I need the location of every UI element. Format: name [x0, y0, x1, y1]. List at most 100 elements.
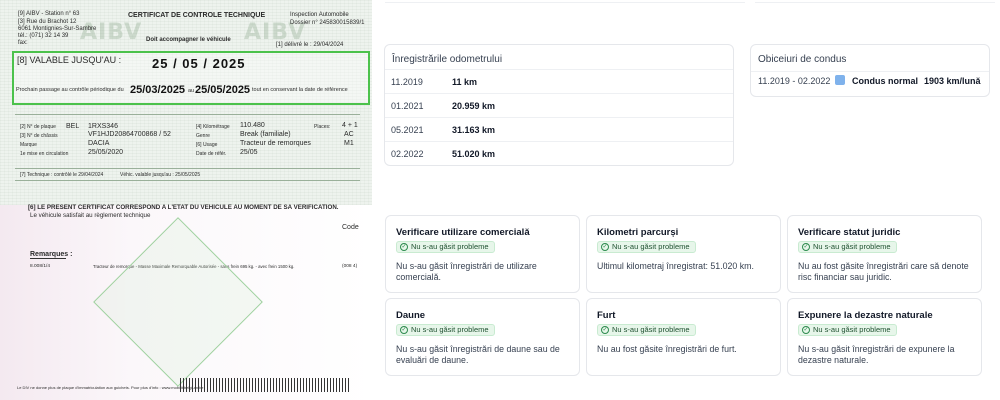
km-value: 110.480: [240, 122, 265, 129]
divider: [751, 71, 989, 72]
natural-disaster-check-card[interactable]: Expunere la dezastre naturale ✓ Nu s-au …: [787, 298, 982, 376]
odometer-date: 11.2019: [391, 77, 423, 87]
code-ac: AC: [344, 131, 354, 138]
next-inspection-tail: tout en conservant la date de référence: [252, 87, 348, 93]
damage-check-card[interactable]: Daune ✓ Nu s-au găsit probleme Nu s-au g…: [385, 298, 580, 376]
check-description: Nu s-au găsit înregistrări de daune sau …: [396, 344, 560, 365]
next-inspection-to: 25/05/2025: [195, 84, 251, 96]
next-inspection-text: Prochain passage au contrôle périodique …: [16, 87, 124, 93]
previous-section-edge: [385, 0, 995, 36]
divider: [15, 168, 360, 169]
odometer-km: 11 km: [452, 77, 478, 87]
driving-style: Condus normal: [852, 76, 919, 86]
reference-label: Date de référ.: [196, 151, 227, 157]
accompany-note: Doit accompagner le véhicule: [146, 37, 231, 43]
plate-label: [2] N° de plaque: [20, 124, 56, 130]
odometer-km: 51.020 km: [452, 149, 496, 159]
theft-check-card[interactable]: Furt ✓ Nu s-au găsit probleme Nu au fost…: [586, 298, 781, 376]
status-badge: ✓ Nu s-au găsit probleme: [798, 241, 897, 253]
brand-value: DACIA: [88, 140, 110, 147]
odometer-row: 11.2019 11 km: [385, 69, 733, 93]
driving-style-swatch: [835, 75, 845, 85]
delivered-date: [1] délivré le : 29/04/2024: [276, 42, 344, 48]
driving-period: 11.2019 - 02.2022: [758, 76, 831, 86]
usage-label: [6] Usage: [196, 142, 218, 148]
remarks-underline: [30, 258, 66, 259]
next-inspection-from: 25/03/2025: [130, 84, 186, 96]
technique-line: [7] Technique : contrôlé le 29/04/2024: [20, 172, 104, 178]
check-circle-icon: ✓: [400, 326, 408, 334]
odometer-row: 01.2021 20.959 km: [385, 93, 733, 117]
divider: [15, 114, 360, 115]
odometer-km: 20.959 km: [452, 101, 496, 111]
reference-value: 25/05: [240, 149, 258, 156]
first-registration-label: 1e mise en circulation: [20, 151, 69, 157]
genre-label: Genre: [196, 133, 210, 139]
check-circle-icon: ✓: [400, 243, 408, 251]
driving-habits-card: Obiceiuri de condus 11.2019 - 02.2022 Co…: [750, 44, 990, 97]
check-title: Kilometri parcurși: [597, 227, 679, 238]
usage-value: Tracteur de remorques: [240, 140, 311, 147]
check-title: Furt: [597, 310, 616, 321]
check-description: Nu au fost găsite înregistrări care să d…: [798, 261, 969, 282]
status-badge: ✓ Nu s-au găsit probleme: [396, 241, 495, 253]
places-value: 4 + 1: [342, 122, 358, 129]
code-m1: M1: [344, 140, 354, 147]
commercial-use-check-card[interactable]: Verificare utilizare comercială ✓ Nu s-a…: [385, 215, 580, 293]
check-circle-icon: ✓: [802, 243, 810, 251]
technique-valid: Véhic. valable jusqu'au : 25/05/2025: [120, 172, 201, 178]
remarks-ref: (008 4): [342, 264, 358, 269]
odometer-date: 01.2021: [391, 101, 424, 111]
status-badge-label: Nu s-au găsit probleme: [411, 325, 489, 334]
monthly-distance: 1903 km/lună: [924, 76, 981, 86]
phone-line: tél.: (071) 32 14 39: [18, 33, 69, 39]
status-badge-label: Nu s-au găsit probleme: [813, 325, 891, 334]
certificate-title: CERTIFICAT DE CONTROLE TECHNIQUE: [128, 12, 266, 19]
status-badge-label: Nu s-au găsit probleme: [612, 325, 690, 334]
status-badge-label: Nu s-au găsit probleme: [612, 242, 690, 251]
valid-until-date: 25 / 05 / 2025: [152, 56, 246, 71]
remarks-code: 8.008/1/4: [30, 264, 51, 269]
first-registration-value: 25/05/2020: [88, 149, 124, 156]
plate-country: BEL: [66, 123, 80, 130]
status-badge: ✓ Nu s-au găsit probleme: [396, 324, 495, 336]
dossier-number: Dossier n° 245830015839/1: [290, 20, 365, 26]
station-line: [9] AIBV - Station n° 63: [18, 11, 80, 17]
odometer-row: 05.2021 31.163 km: [385, 117, 733, 141]
divider: [755, 2, 995, 3]
status-badge: ✓ Nu s-au găsit probleme: [597, 324, 696, 336]
odometer-date: 02.2022: [391, 149, 424, 159]
check-title: Verificare utilizare comercială: [396, 227, 530, 238]
fax-line: fax:: [18, 40, 28, 46]
divider: [385, 2, 745, 3]
chassis-value: VF1HJD20864700868 / 52: [88, 131, 171, 138]
check-description: Ultimul kilometraj înregistrat: 51.020 k…: [597, 261, 754, 271]
odometer-km: 31.163 km: [452, 125, 496, 135]
odometer-records-card: Înregistrările odometrului 11.2019 11 km…: [384, 44, 734, 166]
check-description: Nu au fost găsite înregistrări de furt.: [597, 344, 737, 354]
odometer-title: Înregistrările odometrului: [392, 54, 503, 65]
divider: [15, 180, 360, 181]
brand-label: Marque: [20, 142, 37, 148]
plate-value: 1RXS346: [88, 123, 118, 130]
inspection-certificate-scan: AIBV AIBV [9] AIBV - Station n° 63 [3] R…: [0, 0, 372, 400]
status-badge: ✓ Nu s-au găsit probleme: [597, 241, 696, 253]
status-badge: ✓ Nu s-au găsit probleme: [798, 324, 897, 336]
check-title: Daune: [396, 310, 426, 321]
check-description: Nu s-au găsit înregistrări de utilizare …: [396, 261, 537, 282]
status-badge-label: Nu s-au găsit probleme: [813, 242, 891, 251]
chassis-label: [3] N° de châssis: [20, 133, 58, 139]
address-line-2: 6061 Montignies-Sur-Sambre: [18, 26, 97, 32]
next-inspection-au: au: [188, 88, 195, 94]
check-circle-icon: ✓: [601, 326, 609, 334]
mileage-check-card[interactable]: Kilometri parcurși ✓ Nu s-au găsit probl…: [586, 215, 781, 293]
check-circle-icon: ✓: [802, 326, 810, 334]
check-title: Expunere la dezastre naturale: [798, 310, 933, 321]
driving-habits-title: Obiceiuri de condus: [758, 54, 847, 65]
odometer-date: 05.2021: [391, 125, 424, 135]
barcode: [180, 378, 350, 392]
conformity-statement: [6] LE PRESENT CERTIFICAT CORRESPOND A L…: [28, 204, 339, 211]
odometer-row: 02.2022 51.020 km: [385, 141, 733, 165]
address-line-1: [3] Rue du Brachot 12: [18, 19, 77, 25]
legal-status-check-card[interactable]: Verificare statut juridic ✓ Nu s-au găsi…: [787, 215, 982, 293]
